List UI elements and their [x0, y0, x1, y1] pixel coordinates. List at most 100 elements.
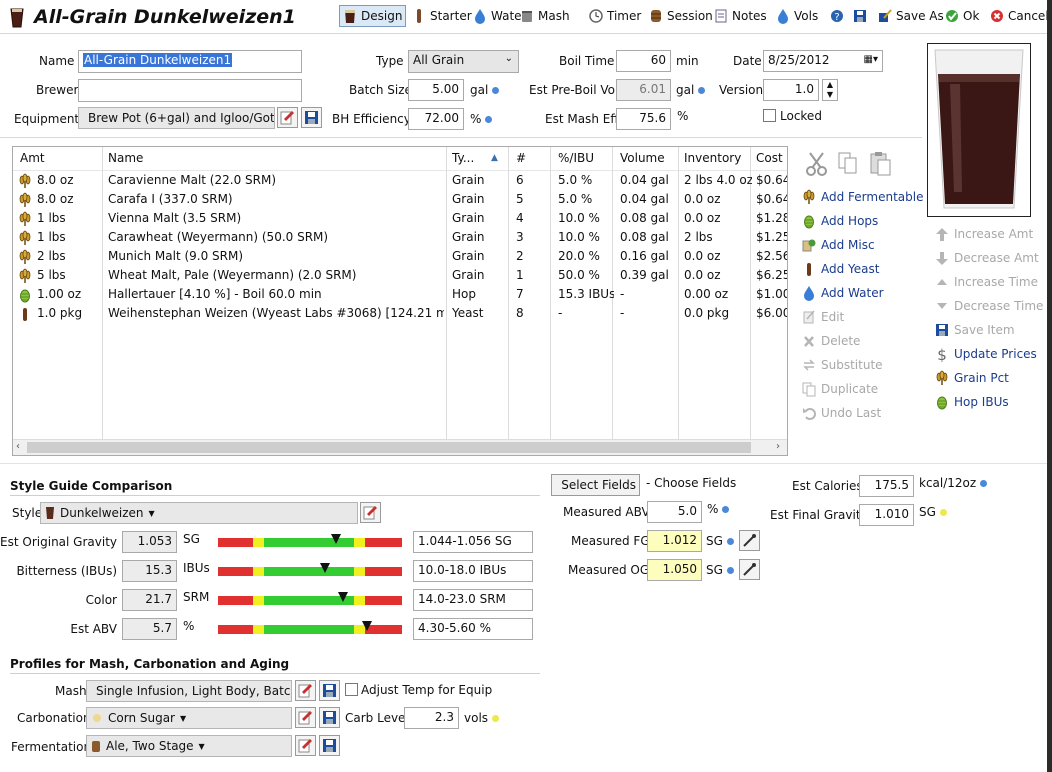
cut-icon[interactable] [806, 151, 828, 177]
toolbar-mash-button[interactable]: Mash [517, 5, 573, 27]
col-header-number[interactable]: # [516, 151, 526, 165]
col-header-type[interactable]: Ty... [452, 151, 474, 165]
name-input[interactable]: All-Grain Dunkelweizen1 [78, 50, 302, 73]
add-misc-button[interactable]: Add Misc [802, 236, 875, 254]
table-row[interactable]: 1 lbs Carawheat (Weyermann) (50.0 SRM) Gra… [13, 228, 787, 247]
delete-button[interactable]: Delete [802, 332, 860, 350]
paste-icon[interactable] [869, 151, 893, 177]
table-row[interactable]: 1.0 pkg Weihenstephan Weizen (Wyeast Labs… [13, 304, 787, 323]
add-water-label: Add Water [821, 286, 884, 300]
version-spinner[interactable]: ▲ ▼ [822, 79, 838, 101]
hydrometer-icon [743, 534, 756, 547]
measured-fg-input[interactable]: 1.012 [647, 530, 702, 552]
cell-inv: 2 lbs 4.0 oz [684, 173, 752, 187]
edit-button[interactable]: Edit [802, 308, 844, 326]
update-prices-button[interactable]: $ Update Prices [935, 345, 1037, 363]
substitute-button[interactable]: Substitute [802, 356, 883, 374]
carb-level-input[interactable]: 2.3 [404, 707, 459, 729]
edit-carbonation-button[interactable] [295, 707, 316, 728]
toolbar-save-button[interactable] [850, 5, 870, 27]
adjust-temp-checkbox[interactable] [345, 683, 358, 696]
add-yeast-button[interactable]: Add Yeast [802, 260, 879, 278]
table-row[interactable]: 8.0 oz Caravienne Malt (22.0 SRM) Grain 6 5.… [13, 171, 787, 190]
measured-abv-input[interactable]: 5.0 [647, 501, 702, 523]
batch-size-input[interactable]: 5.00 [408, 79, 464, 101]
brewer-label: Brewer [36, 83, 79, 97]
table-row[interactable]: 1 lbs Vienna Malt (3.5 SRM) Grain 4 10.0 % 0.… [13, 209, 787, 228]
style-select[interactable]: Dunkelweizen ▼ [40, 502, 358, 524]
scroll-left-icon[interactable]: ‹ [16, 441, 20, 452]
toolbar-notes-button[interactable]: Notes [711, 5, 770, 27]
toolbar-notes-label: Notes [732, 9, 767, 23]
scroll-right-icon[interactable]: › [776, 441, 780, 452]
measured-fg-label: Measured FG [571, 534, 650, 548]
add-fermentable-button[interactable]: Add Fermentable [802, 188, 923, 206]
toolbar-design-button[interactable]: Design [339, 5, 407, 27]
select-fields-button[interactable]: Select Fields [551, 474, 640, 496]
edit-style-button[interactable] [360, 502, 381, 523]
toolbar-starter-button[interactable]: Starter [409, 5, 475, 27]
hydrometer-fg-button[interactable] [739, 530, 760, 551]
edit-equipment-button[interactable] [277, 107, 298, 128]
equipment-select[interactable]: Brew Pot (6+gal) and Igloo/Gott [78, 107, 275, 129]
add-hops-button[interactable]: Add Hops [802, 212, 878, 230]
cell-num: 6 [516, 173, 524, 187]
decrease-time-button[interactable]: Decrease Time [935, 297, 1043, 315]
locked-checkbox[interactable] [763, 109, 776, 122]
increase-time-button[interactable]: Increase Time [935, 273, 1038, 291]
col-header-amt[interactable]: Amt [20, 151, 45, 165]
col-header-cost[interactable]: Cost [756, 151, 783, 165]
type-select[interactable]: All Grain ⌄ [408, 50, 519, 73]
save-mash-button[interactable] [319, 680, 340, 701]
horizontal-scrollbar[interactable]: ‹ › [13, 439, 787, 455]
boil-time-input[interactable]: 60 [616, 50, 671, 72]
toolbar-vols-button[interactable]: Vols [773, 5, 821, 27]
increase-amt-button[interactable]: Increase Amt [935, 225, 1033, 243]
hop-ibus-button[interactable]: Hop IBUs [935, 393, 1009, 411]
toolbar-session-button[interactable]: Session [646, 5, 716, 27]
save-carbonation-button[interactable] [319, 707, 340, 728]
save-fermentation-button[interactable] [319, 735, 340, 756]
decrease-amt-button[interactable]: Decrease Amt [935, 249, 1039, 267]
table-row[interactable]: 2 lbs Munich Malt (9.0 SRM) Grain 2 20.0 % 0.… [13, 247, 787, 266]
carbonation-select[interactable]: Corn Sugar ▼ [86, 707, 292, 729]
date-picker[interactable]: 8/25/2012 ▦▾ [763, 50, 883, 72]
col-header-inventory[interactable]: Inventory [684, 151, 741, 165]
save-item-button[interactable]: Save Item [935, 321, 1015, 339]
col-header-pct-ibu[interactable]: %/IBU [558, 151, 594, 165]
copy-icon[interactable] [837, 152, 859, 176]
table-row[interactable]: 5 lbs Wheat Malt, Pale (Weyermann) (2.0 S… [13, 266, 787, 285]
mash-profile-select[interactable]: Single Infusion, Light Body, Batch S [86, 680, 292, 702]
grain-pct-button[interactable]: Grain Pct [935, 369, 1009, 387]
toolbar-ok-button[interactable]: Ok [942, 5, 982, 27]
toolbar-cancel-button[interactable]: Cancel [987, 5, 1052, 27]
col-header-volume[interactable]: Volume [620, 151, 665, 165]
toolbar-help-button[interactable]: ? [827, 5, 847, 27]
toolbar-saveas-label: Save As [896, 9, 944, 23]
add-water-button[interactable]: Add Water [802, 284, 884, 302]
version-input[interactable]: 1.0 [763, 79, 819, 101]
info-dot-icon [939, 509, 947, 516]
edit-mash-button[interactable] [295, 680, 316, 701]
table-row[interactable]: 8.0 oz Carafa I (337.0 SRM) Grain 5 5.0 % 0.0… [13, 190, 787, 209]
cell-inv: 2 lbs [684, 230, 713, 244]
batch-size-label: Batch Size [349, 83, 412, 97]
ingredients-grid[interactable]: Amt Name Ty... ▲ # %/IBU Volume Inventor… [12, 146, 788, 456]
hydrometer-og-button[interactable] [739, 559, 760, 580]
col-header-name[interactable]: Name [108, 151, 143, 165]
bh-efficiency-input[interactable]: 72.00 [408, 108, 464, 130]
est-final-gravity-value: 1.010 [859, 504, 914, 526]
info-dot-icon [491, 715, 499, 722]
fermentation-select[interactable]: Ale, Two Stage ▼ [86, 735, 292, 757]
scrollbar-thumb[interactable] [27, 442, 751, 453]
toolbar-timer-button[interactable]: Timer [586, 5, 644, 27]
calendar-icon[interactable]: ▦▾ [864, 54, 878, 65]
measured-og-input[interactable]: 1.050 [647, 559, 702, 581]
toolbar-saveas-button[interactable]: Save As [875, 5, 947, 27]
edit-fermentation-button[interactable] [295, 735, 316, 756]
save-equipment-button[interactable] [301, 107, 322, 128]
undo-last-button[interactable]: Undo Last [802, 404, 881, 422]
duplicate-button[interactable]: Duplicate [802, 380, 878, 398]
table-row[interactable]: 1.00 oz Hallertauer [4.10 %] - Boil 60.0 … [13, 285, 787, 304]
brewer-input[interactable] [78, 79, 302, 102]
